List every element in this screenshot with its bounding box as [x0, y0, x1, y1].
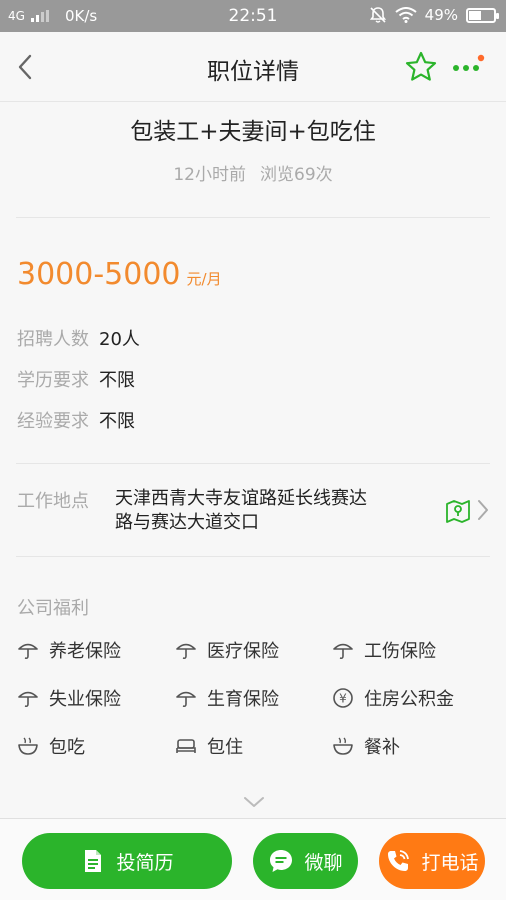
umbrella-icon [176, 691, 196, 708]
location-label: 工作地点 [17, 491, 89, 512]
divider [16, 463, 490, 464]
benefit-item: 医疗保险 [175, 637, 279, 663]
salary-range: 3000-5000 [17, 257, 181, 292]
mute-alarm-icon [369, 7, 386, 23]
benefits-title: 公司福利 [17, 598, 89, 619]
benefit-label: 工伤保险 [364, 641, 436, 662]
salary-unit: 元/月 [186, 270, 222, 288]
more-icon[interactable] [450, 52, 490, 82]
umbrella-icon [333, 643, 353, 660]
address-line: 天津西青大寺友谊路延长线赛达 [115, 488, 367, 509]
chevron-right-icon[interactable] [475, 497, 491, 523]
requirement-row: 学历要求 不限 [17, 366, 135, 392]
action-bar: 投简历 微聊 打电话 [0, 818, 506, 900]
umbrella-icon [176, 643, 196, 660]
benefit-item: 失业保险 [17, 685, 121, 711]
status-right: 49% [369, 6, 499, 24]
benefit-label: 餐补 [364, 737, 400, 758]
benefit-item: 工伤保险 [332, 637, 436, 663]
divider [16, 556, 490, 557]
work-location[interactable]: 工作地点 天津西青大寺友谊路延长线赛达 路与赛达大道交口 [17, 487, 488, 537]
chat-label: 微聊 [304, 851, 343, 874]
requirement-label: 学历要求 [17, 370, 89, 391]
apply-resume-button[interactable]: 投简历 [22, 833, 232, 889]
svg-text:¥: ¥ [339, 692, 347, 706]
benefit-item: ¥ 住房公积金 [332, 685, 454, 711]
battery-fill [469, 10, 481, 20]
call-button[interactable]: 打电话 [379, 833, 485, 889]
requirement-row: 经验要求 不限 [17, 407, 135, 433]
location-address: 天津西青大寺友谊路延长线赛达 路与赛达大道交口 [115, 487, 415, 535]
chat-button[interactable]: 微聊 [253, 833, 358, 889]
battery-percent: 49% [424, 6, 458, 24]
benefit-item: 包住 [175, 733, 243, 759]
requirement-value: 不限 [99, 370, 135, 391]
battery-icon [466, 7, 499, 23]
posted-time: 12小时前 [173, 165, 246, 185]
status-bar: 4G 0K/s 22:51 49% [0, 0, 506, 32]
umbrella-icon [18, 643, 38, 660]
star-icon[interactable] [404, 50, 438, 84]
nav-bar: 职位详情 [0, 32, 506, 102]
benefit-label: 养老保险 [49, 641, 121, 662]
requirement-value: 不限 [99, 411, 135, 432]
bed-icon [176, 739, 196, 753]
chat-icon [270, 850, 293, 872]
notification-dot [477, 54, 485, 62]
address-line: 路与赛达大道交口 [115, 512, 259, 533]
apply-resume-label: 投简历 [116, 851, 174, 874]
requirement-label: 招聘人数 [17, 329, 89, 350]
benefit-item: 养老保险 [17, 637, 121, 663]
benefit-label: 住房公积金 [364, 689, 454, 710]
requirement-row: 招聘人数 20人 [17, 325, 140, 351]
benefit-label: 包住 [207, 737, 243, 758]
benefit-item: 餐补 [332, 733, 400, 759]
job-meta: 12小时前 浏览69次 [0, 160, 506, 185]
benefit-label: 生育保险 [207, 689, 279, 710]
bowl-icon [18, 737, 38, 755]
call-label: 打电话 [421, 851, 479, 874]
requirement-label: 经验要求 [17, 411, 89, 432]
benefit-label: 医疗保险 [207, 641, 279, 662]
phone-icon [388, 850, 410, 871]
bowl-icon [333, 737, 353, 755]
document-icon [85, 850, 102, 872]
benefit-label: 包吃 [49, 737, 85, 758]
salary: 3000-5000 元/月 [17, 257, 222, 292]
divider [16, 217, 490, 218]
yuan-icon: ¥ [333, 688, 353, 708]
requirement-value: 20人 [99, 329, 140, 350]
map-icon[interactable] [445, 497, 471, 523]
wifi-icon [395, 7, 417, 23]
benefit-label: 失业保险 [49, 689, 121, 710]
view-count: 浏览69次 [260, 165, 333, 185]
benefit-item: 生育保险 [175, 685, 279, 711]
chevron-down-icon[interactable] [242, 794, 266, 810]
job-title: 包装工+夫妻间+包吃住 [130, 119, 376, 145]
benefit-item: 包吃 [17, 733, 85, 759]
umbrella-icon [18, 691, 38, 708]
